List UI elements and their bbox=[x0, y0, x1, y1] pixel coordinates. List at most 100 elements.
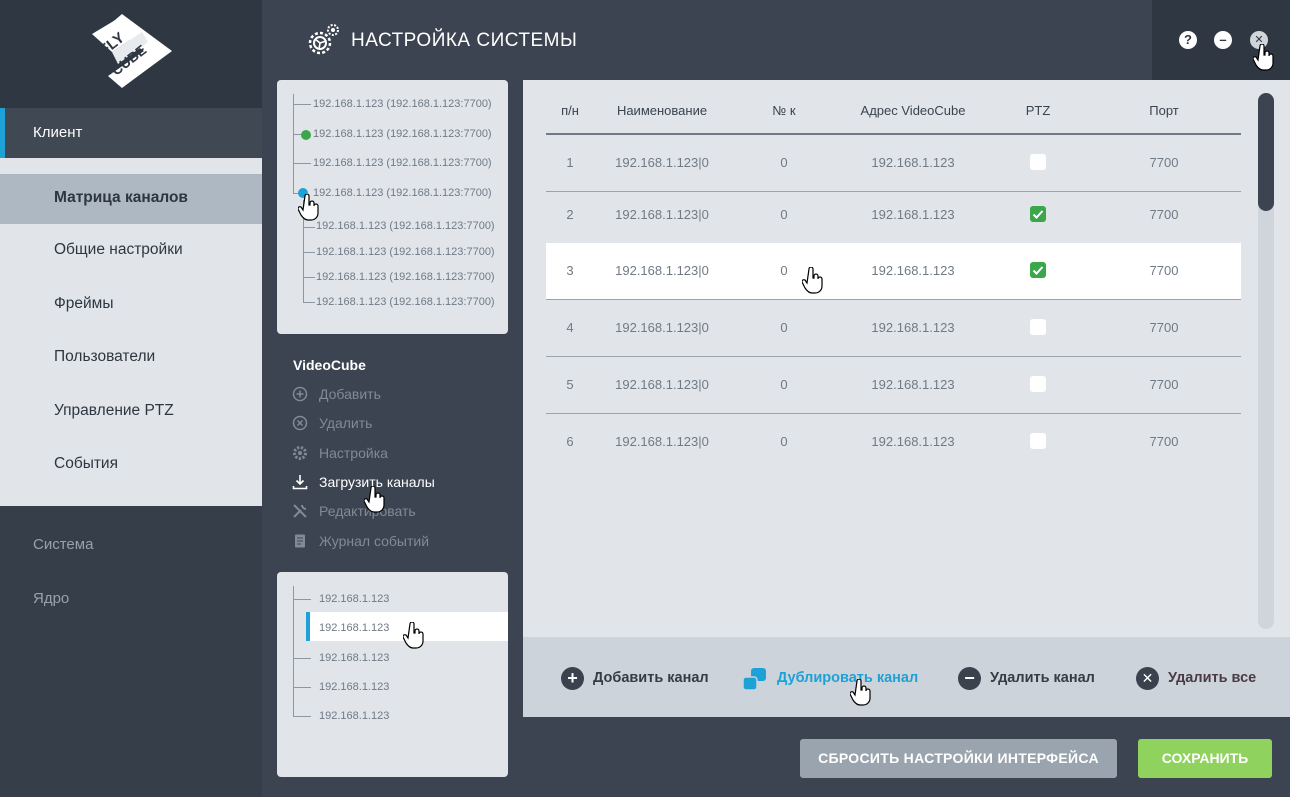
selected-row-indicator bbox=[306, 612, 310, 641]
tree-item[interactable]: 192.168.1.123 (192.168.1.123:7700) bbox=[316, 246, 495, 258]
cell-port: 7700 bbox=[1149, 207, 1179, 222]
ptz-checkbox[interactable] bbox=[1030, 376, 1046, 392]
duplicate-icon bbox=[742, 668, 766, 691]
nav-client-label: Клиент bbox=[33, 124, 83, 141]
ip-list-item[interactable]: 192.168.1.123 bbox=[319, 593, 389, 605]
tree-line bbox=[293, 716, 311, 717]
tree-item[interactable]: 192.168.1.123 (192.168.1.123:7700) bbox=[316, 220, 495, 232]
hand-cursor-icon bbox=[403, 622, 424, 649]
ip-list-item[interactable]: 192.168.1.123 bbox=[319, 681, 389, 693]
plus-circle-icon bbox=[292, 386, 308, 402]
tree-line bbox=[293, 599, 311, 600]
minimize-icon[interactable]: – bbox=[1214, 31, 1232, 49]
subnav-item-label: Управление PTZ bbox=[54, 402, 174, 419]
ip-list-item[interactable]: 192.168.1.123 bbox=[319, 652, 389, 664]
x-circle-icon: ✕ bbox=[1136, 667, 1159, 690]
window-controls: ? – ✕ bbox=[1152, 0, 1290, 80]
column-header: № к bbox=[772, 103, 796, 118]
cell-address: 192.168.1.123 bbox=[871, 207, 955, 222]
settings-gears-icon bbox=[308, 24, 339, 55]
table-row[interactable]: 4 192.168.1.123|0 0 192.168.1.123 7700 bbox=[546, 300, 1241, 357]
subnav-item-events[interactable]: События bbox=[0, 440, 262, 490]
column-header: Наименование bbox=[616, 103, 708, 118]
table-row[interactable]: 1 192.168.1.123|0 0 192.168.1.123 7700 bbox=[546, 135, 1241, 192]
wrench-icon bbox=[293, 504, 307, 518]
ptz-checkbox[interactable] bbox=[1030, 433, 1046, 449]
tree-line bbox=[303, 302, 315, 303]
table-row[interactable]: 2 192.168.1.123|0 0 192.168.1.123 7700 bbox=[546, 187, 1241, 244]
hand-cursor-icon bbox=[364, 486, 385, 513]
subnav-item-channel-matrix[interactable]: Матрица каналов bbox=[0, 174, 262, 224]
videocube-log-label: Журнал событий bbox=[319, 533, 430, 549]
cell-number: 3 bbox=[566, 263, 574, 278]
cell-address: 192.168.1.123 bbox=[871, 320, 955, 335]
delete-all-label: Удалить все bbox=[1168, 670, 1257, 686]
server-tree-panel: 192.168.1.123 (192.168.1.123:7700) 192.1… bbox=[277, 80, 508, 334]
tree-item[interactable]: 192.168.1.123 (192.168.1.123:7700) bbox=[313, 128, 492, 140]
duplicate-channel-label: Дублировать канал bbox=[777, 670, 919, 686]
tree-item[interactable]: 192.168.1.123 (192.168.1.123:7700) bbox=[316, 271, 495, 283]
reset-interface-settings-button[interactable]: СБРОСИТЬ НАСТРОЙКИ ИНТЕРФЕЙСА bbox=[800, 739, 1117, 778]
hand-cursor-icon bbox=[1253, 44, 1274, 71]
cell-address: 192.168.1.123 bbox=[871, 377, 955, 392]
table-row[interactable]: 6 192.168.1.123|0 0 192.168.1.123 7700 bbox=[546, 414, 1241, 471]
subnav-item-label: Общие настройки bbox=[54, 241, 183, 258]
cell-name: 192.168.1.123|0 bbox=[615, 377, 709, 392]
ptz-checkbox[interactable] bbox=[1030, 319, 1046, 335]
tree-item[interactable]: 192.168.1.123 (192.168.1.123:7700) bbox=[313, 157, 492, 169]
tree-line bbox=[303, 277, 315, 278]
cell-address: 192.168.1.123 bbox=[871, 434, 955, 449]
subnav-item-label: Фреймы bbox=[54, 295, 114, 312]
cell-number: 1 bbox=[566, 155, 574, 170]
active-indicator bbox=[0, 108, 5, 158]
tree-item[interactable]: 192.168.1.123 (192.168.1.123:7700) bbox=[313, 98, 492, 110]
ip-list-item[interactable]: 192.168.1.123 bbox=[319, 710, 389, 722]
column-header: PTZ bbox=[1025, 103, 1051, 118]
cell-port: 7700 bbox=[1149, 263, 1179, 278]
scrollbar-thumb[interactable] bbox=[1258, 93, 1274, 211]
log-icon bbox=[295, 534, 305, 548]
tree-line bbox=[293, 687, 311, 688]
page-title: НАСТРОЙКА СИСТЕМЫ bbox=[351, 30, 578, 51]
cell-number: 2 bbox=[566, 207, 574, 222]
videocube-settings-label: Настройка bbox=[319, 445, 388, 461]
tree-line bbox=[293, 94, 294, 194]
ip-list-panel: 192.168.1.123 192.168.1.123 192.168.1.12… bbox=[277, 572, 508, 777]
cell-port: 7700 bbox=[1149, 434, 1179, 449]
logo-area: FLY CUBE bbox=[0, 0, 262, 108]
subnav-item-label: Пользователи bbox=[54, 348, 156, 365]
plus-circle-icon: + bbox=[561, 667, 584, 690]
subnav-item-frames[interactable]: Фреймы bbox=[0, 280, 262, 330]
videocube-add-label: Добавить bbox=[319, 386, 381, 402]
cell-address: 192.168.1.123 bbox=[871, 263, 955, 278]
nav-client[interactable]: Клиент bbox=[0, 108, 262, 158]
help-icon[interactable]: ? bbox=[1179, 31, 1197, 49]
cell-channel: 0 bbox=[780, 377, 788, 392]
ptz-checkbox[interactable] bbox=[1030, 154, 1046, 170]
videocube-title: VideoCube bbox=[293, 357, 366, 373]
cell-channel: 0 bbox=[780, 155, 788, 170]
table-row[interactable]: 5 192.168.1.123|0 0 192.168.1.123 7700 bbox=[546, 357, 1241, 414]
add-channel-label: Добавить канал bbox=[593, 670, 709, 686]
channel-actions-bar: + Добавить канал Дублировать канал − Уда… bbox=[523, 637, 1290, 717]
ptz-checkbox-checked[interactable] bbox=[1030, 206, 1046, 222]
ip-list-item-selected[interactable]: 192.168.1.123 bbox=[319, 622, 389, 634]
column-header: Адрес VideoCube bbox=[860, 103, 966, 118]
status-dot-green-icon bbox=[301, 130, 311, 140]
tree-item[interactable]: 192.168.1.123 (192.168.1.123:7700) bbox=[313, 187, 492, 199]
save-button[interactable]: СОХРАНИТЬ bbox=[1138, 739, 1272, 778]
tree-item[interactable]: 192.168.1.123 (192.168.1.123:7700) bbox=[316, 296, 495, 308]
table-row-selected[interactable]: 3 192.168.1.123|0 0 192.168.1.123 7700 bbox=[546, 243, 1241, 300]
header: НАСТРОЙКА СИСТЕМЫ bbox=[262, 0, 1152, 80]
subnav-item-ptz[interactable]: Управление PTZ bbox=[0, 387, 262, 437]
videocube-delete-label: Удалить bbox=[319, 415, 373, 431]
nav-core[interactable]: Ядро bbox=[33, 590, 69, 607]
minus-circle-icon: − bbox=[958, 667, 981, 690]
nav-system[interactable]: Система bbox=[33, 536, 93, 553]
ptz-checkbox-checked[interactable] bbox=[1030, 262, 1046, 278]
hand-cursor-icon bbox=[850, 679, 871, 706]
subnav-item-users[interactable]: Пользователи bbox=[0, 333, 262, 383]
subnav-item-general-settings[interactable]: Общие настройки bbox=[0, 226, 262, 276]
delete-channel-label: Удалить канал bbox=[990, 670, 1095, 686]
cell-number: 4 bbox=[566, 320, 574, 335]
